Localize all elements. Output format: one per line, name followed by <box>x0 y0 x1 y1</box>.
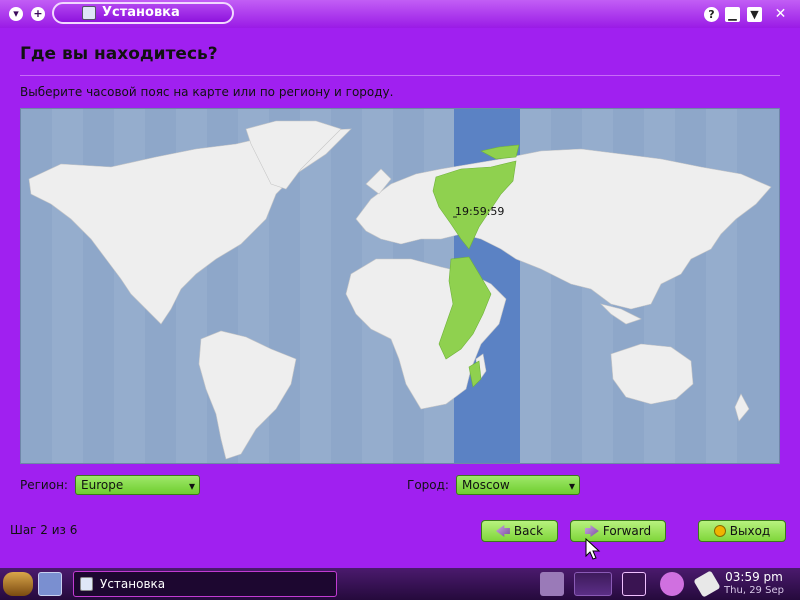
step-indicator: Шаг 2 из 6 <box>10 523 78 537</box>
close-icon[interactable]: ✕ <box>773 7 788 22</box>
timezone-clock: 19:59:59 <box>455 205 505 218</box>
city-value: Moscow <box>462 478 510 492</box>
back-label: Back <box>513 524 544 538</box>
divider <box>20 75 780 76</box>
timezone-map[interactable]: 19:59:59 <box>20 108 780 464</box>
taskbar-item-label: Установка <box>100 577 166 591</box>
window-title: Установка <box>102 5 180 20</box>
world-map-graphic <box>28 109 772 463</box>
region-select[interactable]: Europe ▾ <box>75 475 200 495</box>
workspace-switcher-icon[interactable] <box>540 572 564 596</box>
help-icon[interactable]: ? <box>704 7 719 22</box>
window-menu-icon[interactable]: ▾ <box>9 7 23 21</box>
city-select[interactable]: Moscow ▾ <box>456 475 580 495</box>
quit-button[interactable]: Выход <box>698 520 786 542</box>
region-value: Europe <box>81 478 124 492</box>
quit-label: Выход <box>729 524 771 538</box>
taskbar-clock-date: Thu, 29 Sep <box>724 585 784 596</box>
quit-icon <box>713 525 726 537</box>
city-label: Город: <box>407 478 449 492</box>
installer-app-icon <box>82 6 96 20</box>
instruction-text: Выберите часовой пояс на карте или по ре… <box>20 85 394 99</box>
region-label: Регион: <box>20 478 68 492</box>
forward-arrow-icon <box>584 525 599 537</box>
shade-icon[interactable]: ▼ <box>747 7 762 22</box>
mouse-cursor-icon <box>585 538 601 560</box>
minimize-icon[interactable]: ▁ <box>725 7 740 22</box>
page-title: Где вы находитесь? <box>20 44 218 64</box>
start-menu-icon[interactable] <box>3 572 33 596</box>
taskbar-clock-time[interactable]: 03:59 pm <box>714 570 794 584</box>
australia <box>610 343 694 405</box>
chevron-down-icon: ▾ <box>188 479 195 493</box>
taskbar-item-installer[interactable]: Установка <box>73 571 337 597</box>
notes-icon[interactable] <box>622 572 646 596</box>
back-button[interactable]: Back <box>481 520 558 542</box>
pager-icon[interactable] <box>574 572 612 596</box>
chevron-down-icon: ▾ <box>568 479 575 493</box>
forward-label: Forward <box>602 524 652 538</box>
title-bar: ▾ + Установка ? ▁ ▼ ✕ <box>0 0 800 28</box>
installer-app-icon <box>80 577 93 591</box>
new-zealand <box>734 393 750 422</box>
south-america <box>198 330 297 460</box>
window-title-pill: Установка <box>52 2 234 24</box>
add-icon[interactable]: + <box>31 7 45 21</box>
bag-icon[interactable] <box>660 572 684 596</box>
back-arrow-icon <box>495 525 510 537</box>
file-manager-icon[interactable] <box>38 572 62 596</box>
